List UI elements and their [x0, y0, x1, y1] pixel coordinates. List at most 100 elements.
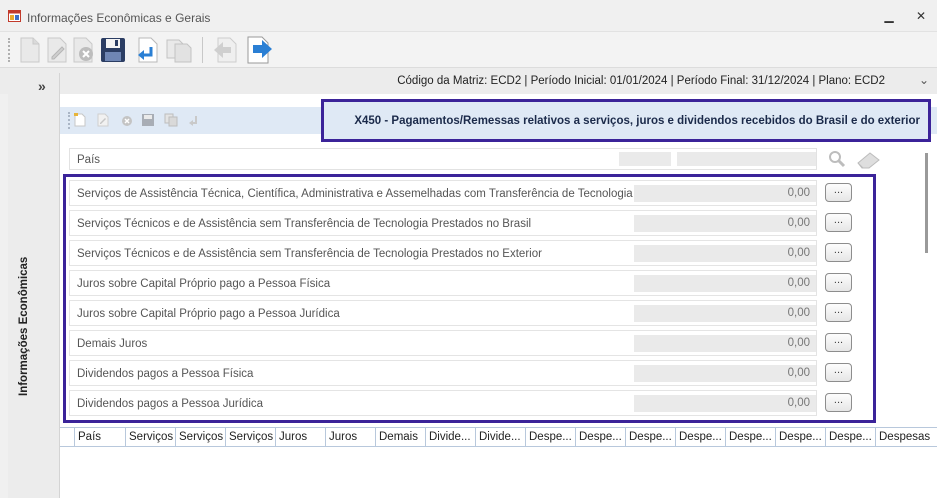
grid-column-header[interactable]: Despe... — [826, 428, 876, 447]
back-button[interactable] — [211, 35, 239, 64]
left-panel-label: Informações Econômicas — [18, 256, 30, 396]
left-panel: » — [8, 73, 60, 498]
new-icon — [20, 37, 40, 62]
data-grid-body[interactable] — [60, 447, 937, 498]
grid-column-header[interactable]: Despe... — [726, 428, 776, 447]
copy-button[interactable] — [165, 35, 193, 64]
info-bar-text: Código da Matriz: ECD2 | Período Inicial… — [397, 75, 885, 87]
row-label: Serviços Técnicos e de Assistência sem T… — [77, 248, 542, 260]
undo-icon — [138, 37, 158, 62]
row-value-input[interactable]: 0,00 — [634, 215, 816, 232]
grid-column-header[interactable]: Despe... — [526, 428, 576, 447]
app-window-icon — [8, 10, 21, 22]
title-bar: Informações Econômicas e Gerais ▁ ✕ — [0, 0, 937, 32]
save-icon[interactable] — [141, 113, 155, 127]
row-value-input[interactable]: 0,00 — [634, 185, 816, 202]
copy-icon[interactable] — [164, 113, 178, 127]
grid-column-header[interactable]: Serviços — [176, 428, 226, 447]
pais-name-input[interactable] — [677, 152, 816, 166]
row-value-input[interactable]: 0,00 — [634, 335, 816, 352]
section-title: X450 - Pagamentos/Remessas relativos a s… — [354, 115, 920, 127]
back-icon — [214, 37, 237, 62]
row-value-input[interactable]: 0,00 — [634, 305, 816, 322]
section-toolbar-grip — [68, 112, 70, 129]
details-button[interactable]: ... — [825, 363, 852, 382]
grid-column-header[interactable]: Juros — [276, 428, 326, 447]
grid-column-header[interactable]: Serviços — [126, 428, 176, 447]
grid-column-header[interactable]: Despesas — [876, 428, 937, 447]
row-label: Dividendos pagos a Pessoa Física — [77, 368, 254, 380]
grid-column-header[interactable]: Demais — [376, 428, 426, 447]
data-grid-header: País Serviços Serviços Serviços Juros Ju… — [60, 427, 937, 447]
pais-label: País — [77, 154, 101, 166]
section-title-box: X450 - Pagamentos/Remessas relativos a s… — [321, 99, 931, 142]
list-item: Juros sobre Capital Próprio pago a Pesso… — [69, 300, 817, 326]
undo-icon[interactable] — [187, 113, 201, 127]
grid-column-header[interactable]: Divide... — [476, 428, 526, 447]
row-value-input[interactable]: 0,00 — [634, 395, 816, 412]
values-list: Serviços de Assistência Técnica, Científ… — [63, 174, 876, 423]
vertical-scrollbar[interactable] — [924, 150, 930, 420]
row-label: Serviços Técnicos e de Assistência sem T… — [77, 218, 532, 230]
row-label: Dividendos pagos a Pessoa Jurídica — [77, 398, 264, 410]
list-item: Serviços Técnicos e de Assistência sem T… — [69, 210, 817, 236]
row-label: Serviços de Assistência Técnica, Científ… — [77, 188, 633, 200]
list-item: Serviços de Assistência Técnica, Científ… — [69, 180, 817, 206]
pais-field[interactable]: País — [69, 148, 817, 170]
row-label: Demais Juros — [77, 338, 148, 350]
grid-column-header[interactable]: Despe... — [776, 428, 826, 447]
undo-button[interactable] — [133, 35, 161, 64]
close-button[interactable]: ✕ — [914, 9, 928, 23]
details-button[interactable]: ... — [825, 213, 852, 232]
list-item: Dividendos pagos a Pessoa Física 0,00 — [69, 360, 817, 386]
search-icon[interactable] — [828, 150, 846, 168]
edit-icon — [47, 37, 67, 62]
main-toolbar — [0, 32, 937, 68]
delete-button[interactable] — [70, 35, 98, 64]
chevron-down-icon[interactable]: ⌄ — [919, 73, 929, 87]
grid-column-header[interactable]: Serviços — [226, 428, 276, 447]
row-label: Juros sobre Capital Próprio pago a Pesso… — [77, 278, 331, 290]
list-item: Dividendos pagos a Pessoa Jurídica 0,00 — [69, 390, 817, 416]
details-button[interactable]: ... — [825, 393, 852, 412]
row-value-input[interactable]: 0,00 — [634, 275, 816, 292]
pais-code-input[interactable] — [619, 152, 671, 166]
grid-column-header[interactable]: Divide... — [426, 428, 476, 447]
grid-column-header[interactable]: Juros — [326, 428, 376, 447]
details-button[interactable]: ... — [825, 243, 852, 262]
info-bar: Código da Matriz: ECD2 | Período Inicial… — [0, 68, 937, 94]
list-item: Serviços Técnicos e de Assistência sem T… — [69, 240, 817, 266]
edit-icon[interactable] — [96, 113, 110, 127]
details-button[interactable]: ... — [825, 303, 852, 322]
save-icon — [101, 37, 125, 62]
scrollbar-thumb[interactable] — [925, 153, 928, 253]
row-value-input[interactable]: 0,00 — [634, 245, 816, 262]
grid-column-header[interactable]: Despe... — [576, 428, 626, 447]
forward-button[interactable] — [246, 35, 274, 64]
eraser-icon[interactable] — [856, 151, 882, 169]
grid-row-header — [60, 428, 75, 447]
minimize-button[interactable]: ▁ — [882, 9, 896, 23]
delete-icon[interactable] — [120, 113, 134, 127]
list-item: Demais Juros 0,00 — [69, 330, 817, 356]
edit-button[interactable] — [43, 35, 71, 64]
copy-icon — [166, 39, 192, 62]
new-button[interactable] — [16, 35, 44, 64]
save-button[interactable] — [99, 35, 127, 64]
collapse-panel-button[interactable]: » — [38, 78, 46, 94]
row-label: Juros sobre Capital Próprio pago a Pesso… — [77, 308, 340, 320]
list-item: Juros sobre Capital Próprio pago a Pesso… — [69, 270, 817, 296]
delete-icon — [73, 37, 93, 62]
new-icon[interactable] — [73, 113, 87, 127]
toolbar-grip — [8, 38, 11, 62]
list-item-partial — [69, 420, 817, 423]
details-button[interactable]: ... — [825, 333, 852, 352]
grid-column-header[interactable]: Despe... — [676, 428, 726, 447]
window-title: Informações Econômicas e Gerais — [27, 11, 211, 25]
details-button[interactable]: ... — [825, 183, 852, 202]
toolbar-separator — [202, 37, 203, 63]
row-value-input[interactable]: 0,00 — [634, 365, 816, 382]
grid-column-header[interactable]: País — [75, 428, 126, 447]
details-button[interactable]: ... — [825, 273, 852, 292]
grid-column-header[interactable]: Despe... — [626, 428, 676, 447]
